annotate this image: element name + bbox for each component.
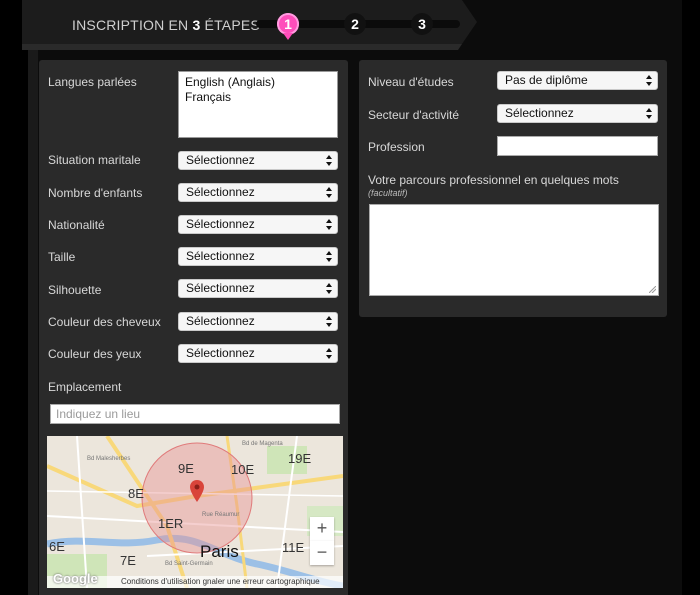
select-arrows-icon bbox=[326, 316, 332, 328]
street-label: Bd Malesherbes bbox=[87, 456, 131, 462]
registration-banner: INSCRIPTION EN 3 ÉTAPES 1 2 3 bbox=[22, 0, 477, 50]
district-label: 7E bbox=[120, 553, 136, 568]
location-label: Emplacement bbox=[48, 380, 122, 394]
marital-select[interactable]: Sélectionnez bbox=[178, 151, 338, 170]
career-optional-note: (facultatif) bbox=[368, 188, 408, 198]
map-zoom-out-button[interactable]: − bbox=[310, 541, 334, 565]
select-arrows-icon bbox=[326, 283, 332, 295]
district-label: 9E bbox=[178, 461, 194, 476]
select-arrows-icon bbox=[326, 348, 332, 360]
google-logo: Google bbox=[53, 571, 98, 586]
profession-label: Profession bbox=[368, 140, 425, 154]
sector-value: Sélectionnez bbox=[505, 106, 574, 120]
hair-select[interactable]: Sélectionnez bbox=[178, 312, 338, 331]
select-arrows-icon bbox=[326, 219, 332, 231]
career-label: Votre parcours professionnel en quelques… bbox=[368, 173, 619, 187]
eyes-label: Couleur des yeux bbox=[48, 347, 142, 361]
select-arrows-icon bbox=[326, 187, 332, 199]
nationality-value: Sélectionnez bbox=[186, 217, 255, 231]
education-label: Niveau d'études bbox=[368, 75, 454, 89]
hair-value: Sélectionnez bbox=[186, 314, 255, 328]
banner-title-prefix: INSCRIPTION EN bbox=[72, 17, 193, 33]
sector-select[interactable]: Sélectionnez bbox=[497, 104, 658, 123]
location-pin-icon bbox=[190, 480, 204, 502]
banner-title-suffix: ÉTAPES bbox=[200, 17, 260, 33]
languages-label: Langues parlées bbox=[48, 75, 137, 89]
district-label: 11E bbox=[282, 540, 305, 555]
district-label: 19E bbox=[288, 451, 312, 466]
marital-label: Situation maritale bbox=[48, 153, 141, 167]
nationality-label: Nationalité bbox=[48, 218, 105, 232]
district-label: 6E bbox=[49, 539, 65, 554]
sector-label: Secteur d'activité bbox=[368, 108, 460, 122]
step-3[interactable]: 3 bbox=[411, 13, 433, 35]
select-arrows-icon bbox=[646, 108, 652, 120]
select-arrows-icon bbox=[326, 251, 332, 263]
education-value: Pas de diplôme bbox=[505, 73, 588, 87]
marital-value: Sélectionnez bbox=[186, 153, 255, 167]
eyes-value: Sélectionnez bbox=[186, 346, 255, 360]
district-label: 10E bbox=[231, 462, 255, 477]
location-input[interactable]: Indiquez un lieu bbox=[50, 404, 340, 424]
children-value: Sélectionnez bbox=[186, 185, 255, 199]
height-select[interactable]: Sélectionnez bbox=[178, 247, 338, 266]
children-select[interactable]: Sélectionnez bbox=[178, 183, 338, 202]
select-arrows-icon bbox=[326, 155, 332, 167]
map-zoom-in-button[interactable]: + bbox=[310, 517, 334, 541]
district-label: 1ER bbox=[158, 516, 184, 531]
district-label: 8E bbox=[128, 486, 144, 501]
height-label: Taille bbox=[48, 250, 76, 264]
step-1[interactable]: 1 bbox=[277, 13, 299, 40]
resize-handle-icon[interactable] bbox=[649, 286, 656, 293]
select-arrows-icon bbox=[646, 75, 652, 87]
hair-label: Couleur des cheveux bbox=[48, 315, 161, 329]
career-textarea[interactable] bbox=[369, 204, 659, 296]
banner-title: INSCRIPTION EN 3 ÉTAPES bbox=[72, 17, 260, 33]
silhouette-label: Silhouette bbox=[48, 283, 102, 297]
languages-listbox[interactable]: English (Anglais) Français bbox=[178, 71, 338, 138]
left-edge bbox=[28, 0, 38, 595]
profession-input[interactable] bbox=[497, 136, 658, 156]
height-value: Sélectionnez bbox=[186, 249, 255, 263]
street-label: Rue Réaumur bbox=[202, 512, 240, 518]
eyes-select[interactable]: Sélectionnez bbox=[178, 344, 338, 363]
children-label: Nombre d'enfants bbox=[48, 186, 143, 200]
location-map[interactable]: 9E 10E 19E 8E 1ER 11E 6E 7E Rue Réaumur … bbox=[47, 436, 343, 588]
languages-option[interactable]: Français bbox=[185, 90, 331, 105]
map-city-label: Paris bbox=[200, 542, 239, 561]
street-label: Bd de Magenta bbox=[242, 441, 283, 447]
silhouette-value: Sélectionnez bbox=[186, 281, 255, 295]
silhouette-select[interactable]: Sélectionnez bbox=[178, 279, 338, 298]
education-select[interactable]: Pas de diplôme bbox=[497, 71, 658, 90]
nationality-select[interactable]: Sélectionnez bbox=[178, 215, 338, 234]
step-2[interactable]: 2 bbox=[344, 13, 366, 35]
languages-option[interactable]: English (Anglais) bbox=[185, 75, 331, 90]
